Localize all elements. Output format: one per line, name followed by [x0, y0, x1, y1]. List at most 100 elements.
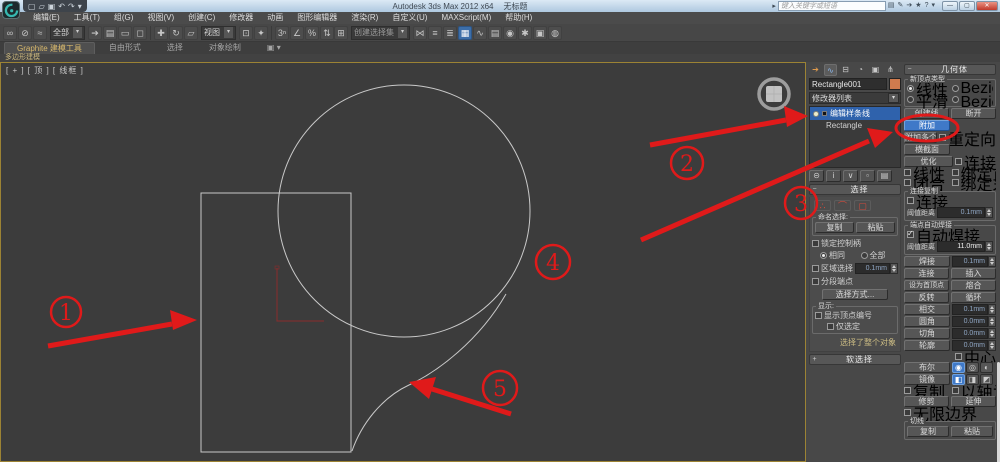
reverse-button[interactable]: 反转	[904, 292, 949, 303]
edit-named-sets-icon[interactable]: ⊞	[334, 25, 348, 40]
move-icon[interactable]: ✚	[154, 25, 168, 40]
menu-animation[interactable]: 动画	[260, 12, 290, 24]
alike-radio[interactable]: 相同	[820, 250, 858, 261]
select-by-button[interactable]: 选择方式...	[822, 289, 888, 300]
use-center-icon[interactable]: ⊡	[239, 25, 253, 40]
close-button[interactable]: ✕	[976, 1, 998, 11]
kw-pen-icon[interactable]: ✎	[898, 1, 904, 11]
fillet-button[interactable]: 圆角	[904, 316, 950, 327]
make-first-button[interactable]: 设为首顶点	[904, 280, 949, 291]
viewport-label[interactable]: [ + ] [ 顶 ] [ 线框 ]	[6, 65, 84, 76]
percent-snap-icon[interactable]: %	[305, 25, 319, 40]
align-icon[interactable]: ≡	[428, 25, 442, 40]
reference-coordinate-dropdown[interactable]: 视图 ▾	[201, 25, 236, 40]
tangent-curve-spline[interactable]	[351, 293, 507, 452]
connect-copy-threshold-spinner[interactable]: 0.1mm	[937, 207, 993, 218]
spline-icon[interactable]: ▢	[854, 200, 871, 211]
steering-wheel-gizmo[interactable]	[757, 77, 791, 111]
segment-end-checkbox[interactable]: 分段端点	[812, 276, 898, 287]
rollout-selection-header[interactable]: − 选择	[809, 184, 901, 195]
layer-manager-icon[interactable]: ≣	[443, 25, 457, 40]
copy-button[interactable]: 复制	[815, 222, 854, 233]
search-input[interactable]	[777, 1, 886, 11]
auto-weld-threshold-spinner[interactable]: 11.0mm	[937, 241, 993, 252]
manipulate-icon[interactable]: ✦	[254, 25, 268, 40]
menu-graph-editors[interactable]: 图形编辑器	[290, 12, 344, 24]
qat-undo-icon[interactable]: ↶	[58, 2, 65, 11]
kw-help-icon[interactable]: ?	[925, 1, 929, 11]
tangent-paste-button[interactable]: 粘贴	[951, 426, 993, 437]
maximize-button[interactable]: ▢	[959, 1, 975, 11]
spinner-arrows-icon[interactable]	[985, 241, 993, 252]
all-radio[interactable]: 全部	[860, 250, 899, 261]
pin-stack-icon[interactable]: ⊝	[809, 170, 824, 182]
rotate-icon[interactable]: ↻	[169, 25, 183, 40]
minimize-button[interactable]: —	[942, 1, 958, 11]
rectangle-spline[interactable]	[200, 192, 352, 453]
configure-sets-icon[interactable]: ▤	[877, 170, 892, 182]
tab-object-paint[interactable]: 对象绘制	[197, 42, 253, 54]
insert-button[interactable]: 插入	[951, 268, 996, 279]
area-selection-checkbox[interactable]: 区域选择	[812, 263, 853, 274]
kw-browse-icon[interactable]: ▤	[888, 1, 895, 11]
weld-button[interactable]: 焊接	[904, 256, 950, 267]
outline-button[interactable]: 轮廓	[904, 340, 950, 351]
lock-handles-checkbox[interactable]: 锁定控制柄	[812, 238, 898, 249]
angle-snap-icon[interactable]: ∠	[290, 25, 304, 40]
spinner-arrows-icon[interactable]	[985, 207, 993, 218]
cross-insert-spinner[interactable]: 0.1mm	[952, 304, 996, 315]
object-name-input[interactable]	[809, 78, 887, 90]
bool-union-icon[interactable]: ◉	[952, 362, 965, 373]
menu-help[interactable]: 帮助(H)	[498, 12, 539, 24]
menu-customize[interactable]: 自定义(U)	[385, 12, 434, 24]
kw-arrow-icon[interactable]: ➔	[906, 1, 912, 11]
tab-selection[interactable]: 选择	[155, 42, 195, 54]
graphite-toggle-icon[interactable]: ▦	[458, 25, 472, 40]
infocenter-expand-icon[interactable]: ▸	[772, 2, 776, 10]
selected-only-checkbox[interactable]: 仅选定	[827, 321, 895, 332]
snap-toggle-icon[interactable]: 3ⁿ	[275, 25, 289, 40]
qat-save-icon[interactable]: ▣	[48, 2, 56, 11]
menu-create[interactable]: 创建(C)	[181, 12, 222, 24]
menu-edit[interactable]: 编辑(E)	[26, 12, 67, 24]
rollout-soft-selection-header[interactable]: + 软选择	[809, 354, 901, 365]
bool-subtract-icon[interactable]: ◎	[966, 362, 979, 373]
qat-redo-icon[interactable]: ↷	[68, 2, 75, 11]
select-object-icon[interactable]: ➔	[88, 25, 102, 40]
tab-graphite[interactable]: Graphite 建模工具	[4, 42, 95, 54]
qat-scene-menu-icon[interactable]: ▾	[78, 2, 82, 11]
cycle-button[interactable]: 循环	[951, 292, 996, 303]
menu-maxscript[interactable]: MAXScript(M)	[434, 12, 498, 24]
visibility-bulb-icon[interactable]	[813, 110, 819, 117]
render-icon[interactable]: ◍	[548, 25, 562, 40]
paste-button[interactable]: 粘贴	[856, 222, 895, 233]
selection-filter-dropdown[interactable]: 全部 ▾	[50, 25, 85, 40]
tab-create-icon[interactable]: ➔	[809, 64, 822, 76]
bind-spacewarp-icon[interactable]: ≈	[33, 25, 47, 40]
cross-section-button[interactable]: 横截面	[904, 144, 950, 155]
tab-display-icon[interactable]: ▣	[869, 64, 882, 76]
qat-open-icon[interactable]: ▱	[39, 2, 45, 11]
spinner-snap-icon[interactable]: ⇅	[320, 25, 334, 40]
weld-threshold-spinner[interactable]: 0.1mm	[952, 256, 996, 267]
make-unique-icon[interactable]: ∨	[843, 170, 858, 182]
select-link-icon[interactable]: ∞	[3, 25, 17, 40]
material-editor-icon[interactable]: ◉	[503, 25, 517, 40]
stack-item-edit-spline[interactable]: 编辑样条线	[810, 107, 900, 120]
curve-editor-icon[interactable]: ∿	[473, 25, 487, 40]
object-color-swatch[interactable]	[889, 78, 901, 90]
menu-tools[interactable]: 工具(T)	[67, 12, 107, 24]
mirror-icon[interactable]: ⋈	[413, 25, 427, 40]
vertex-icon[interactable]: ∴	[814, 200, 831, 211]
tab-modify-icon[interactable]: ∿	[824, 64, 837, 76]
segment-icon[interactable]: ⌒	[834, 200, 851, 211]
chamfer-button[interactable]: 切角	[904, 328, 950, 339]
tab-hierarchy-icon[interactable]: ⊟	[839, 64, 852, 76]
ribbon-options-icon[interactable]: ▣ ▾	[255, 42, 293, 54]
connect-button[interactable]: 连接	[904, 268, 949, 279]
tangent-copy-button[interactable]: 复制	[907, 426, 949, 437]
viewport-top[interactable]: [ + ] [ 顶 ] [ 线框 ]	[0, 62, 806, 462]
spinner-arrows-icon[interactable]	[988, 256, 996, 267]
window-crossing-icon[interactable]: ◻	[133, 25, 147, 40]
smooth-radio[interactable]: 平滑	[907, 88, 949, 112]
